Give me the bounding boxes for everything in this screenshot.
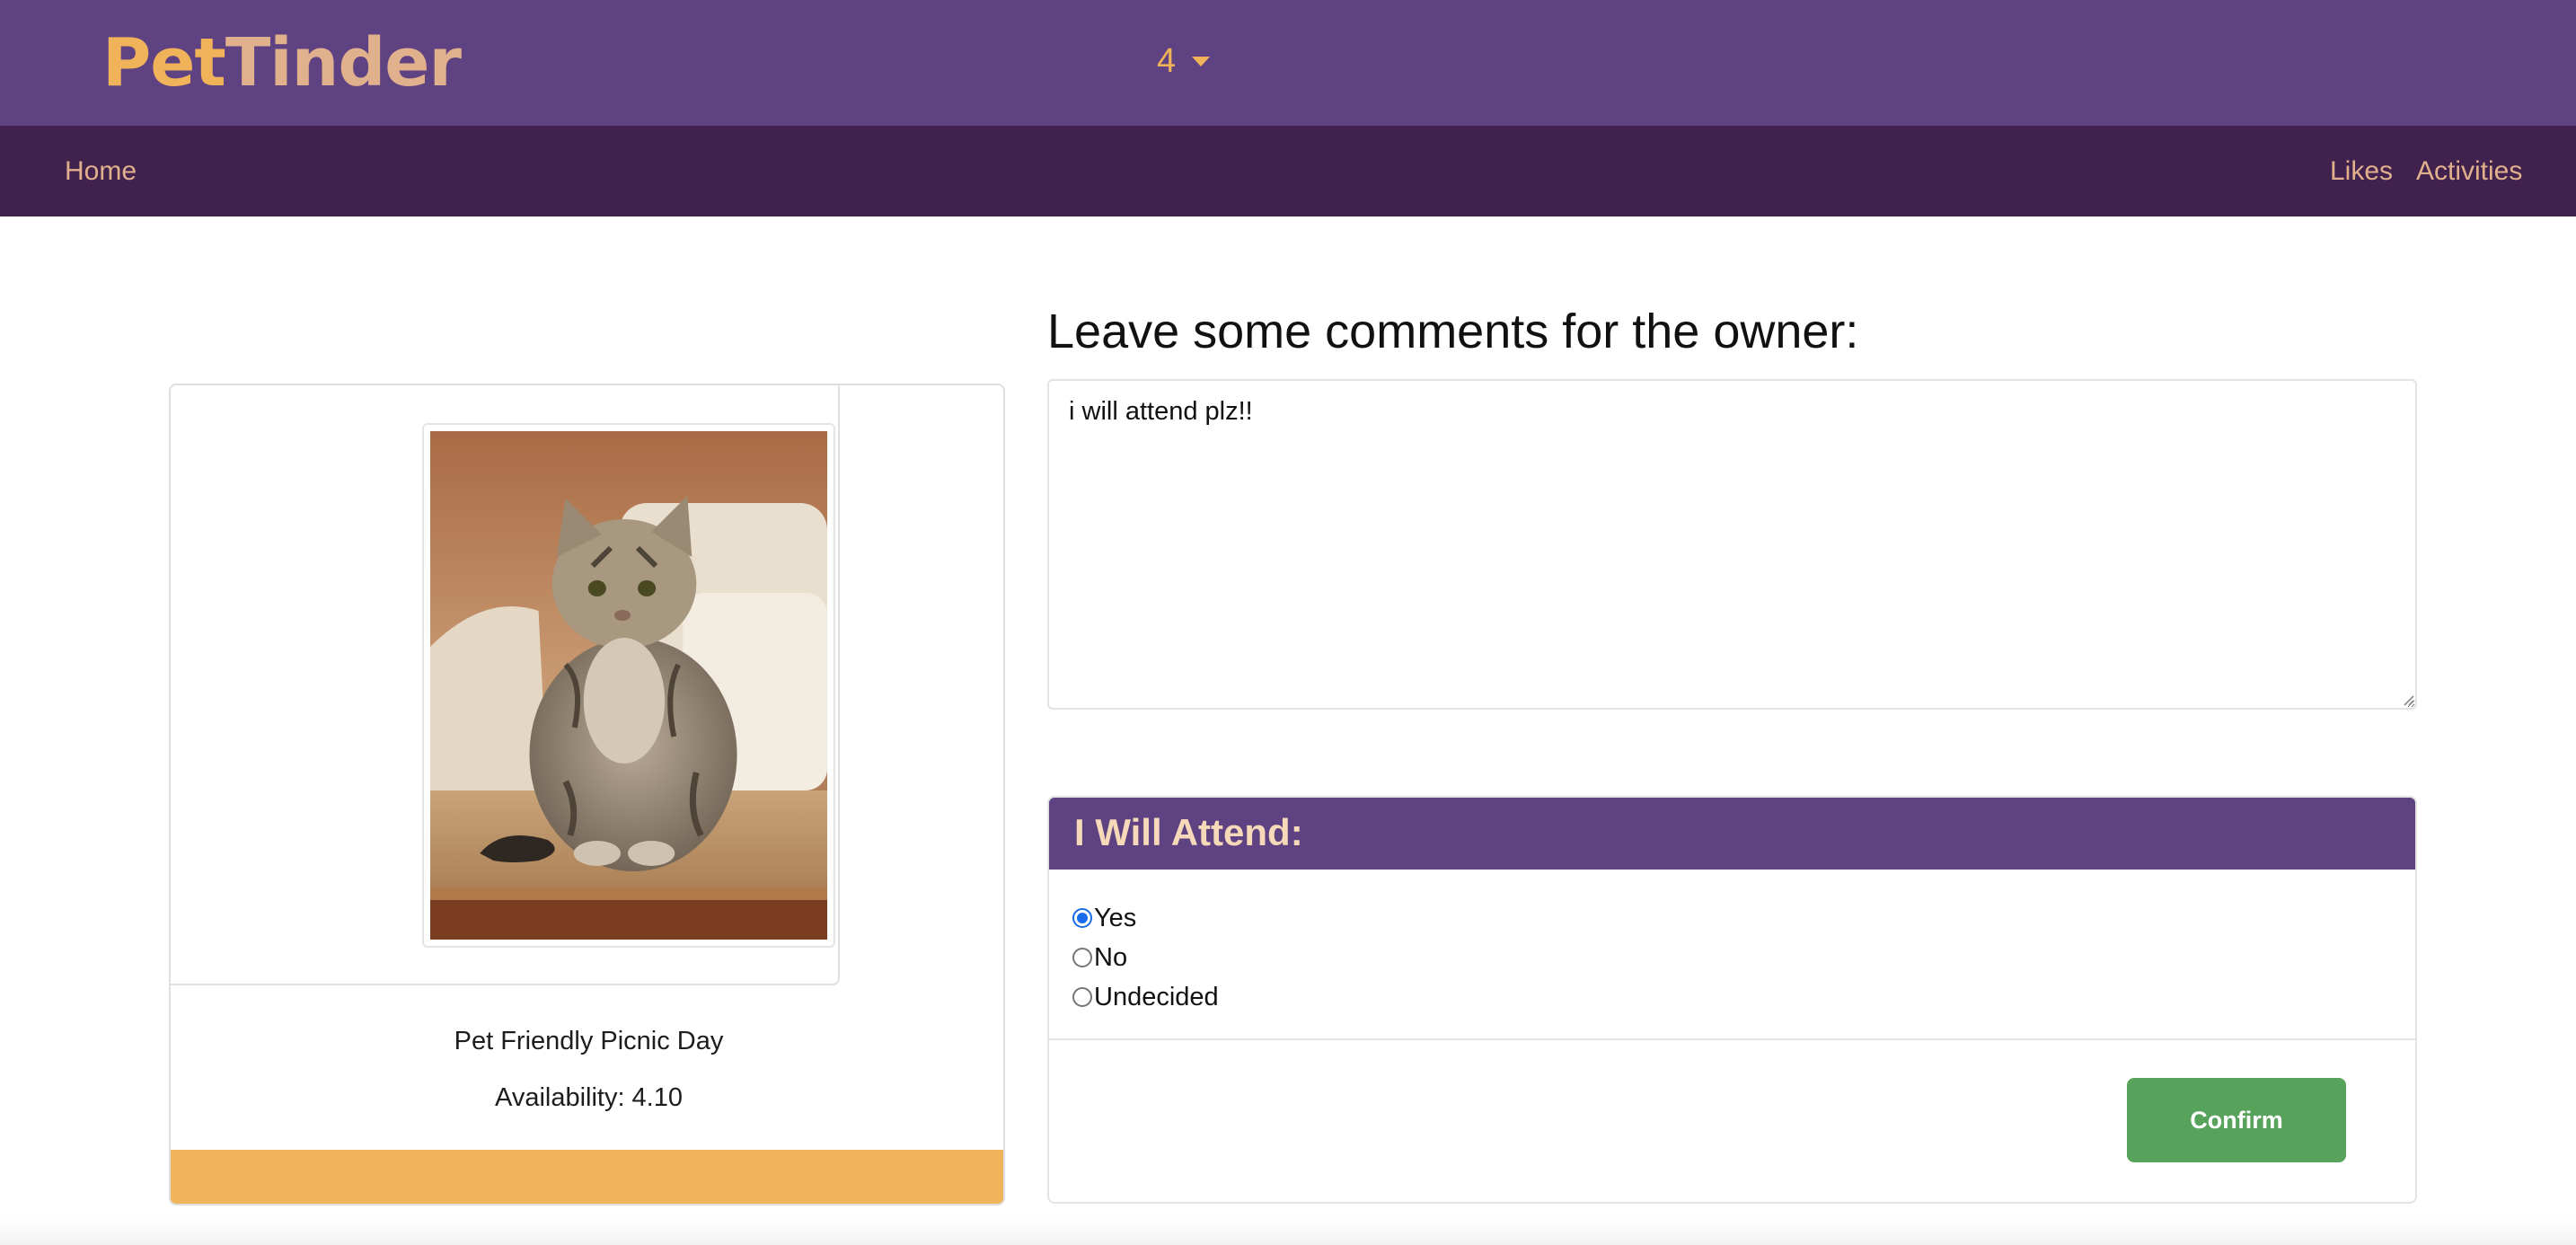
attend-panel-header: I Will Attend: <box>1049 798 2415 870</box>
pet-photo <box>422 423 835 948</box>
brand-logo[interactable]: PetTinder <box>102 23 462 102</box>
radio-undecided[interactable] <box>1072 987 1092 1007</box>
availability-label: Availability: <box>495 1083 625 1112</box>
event-name: Pet Friendly Picnic Day <box>454 1027 724 1055</box>
main-navbar: Home Likes Activities <box>0 126 2576 216</box>
attend-option-undecided[interactable]: Undecided <box>1072 977 1219 1017</box>
nav-activities-link[interactable]: Activities <box>2416 155 2522 189</box>
count-dropdown[interactable]: 4 <box>1157 36 1211 86</box>
nav-likes-link[interactable]: Likes <box>2330 155 2393 189</box>
attend-option-no[interactable]: No <box>1072 938 1219 977</box>
card-footer-bar <box>171 1150 1003 1204</box>
count-dropdown-value: 4 <box>1157 41 1177 80</box>
attend-option-undecided-label: Undecided <box>1094 982 1219 1011</box>
nav-home-link[interactable]: Home <box>65 155 137 189</box>
comments-textarea[interactable]: i will attend plz!! <box>1047 379 2417 710</box>
top-header: PetTinder 4 <box>0 0 2576 126</box>
page-bottom-shade <box>0 1218 2576 1245</box>
radio-no[interactable] <box>1072 948 1092 967</box>
attend-panel: I Will Attend: Yes No Undecided Confirm <box>1047 796 2417 1204</box>
caret-down-icon <box>1192 56 1211 66</box>
attend-option-no-label: No <box>1094 942 1128 972</box>
attend-options: Yes No Undecided <box>1072 898 1219 1017</box>
attend-option-yes[interactable]: Yes <box>1072 898 1219 938</box>
brand-logo-pet: Pet <box>102 24 226 102</box>
panel-divider <box>1049 1038 2415 1040</box>
brand-logo-tinder: Tinder <box>225 24 462 102</box>
confirm-button[interactable]: Confirm <box>2127 1078 2346 1162</box>
availability-value: 4.10 <box>631 1083 683 1112</box>
comments-heading: Leave some comments for the owner: <box>1047 305 1859 358</box>
attend-option-yes-label: Yes <box>1094 903 1137 932</box>
resize-grip-icon[interactable] <box>2400 692 2414 706</box>
event-card: Pet Friendly Picnic Day Availability: 4.1… <box>169 384 1005 1205</box>
radio-yes[interactable] <box>1072 908 1092 928</box>
photo-frame <box>171 385 840 985</box>
availability-line: Availability: 4.10 <box>171 1082 1003 1114</box>
attend-panel-title: I Will Attend: <box>1074 811 1303 853</box>
cat-image <box>430 431 827 940</box>
